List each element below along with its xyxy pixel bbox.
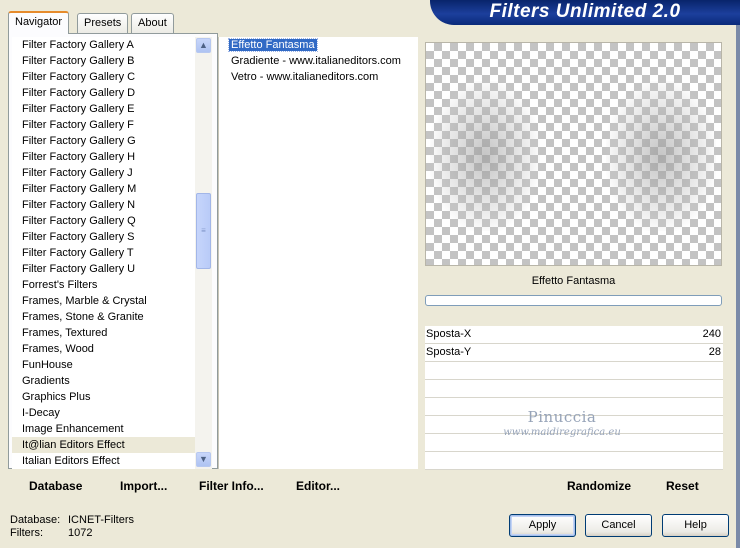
filter-item[interactable]: Effetto Fantasma xyxy=(219,37,418,53)
category-item[interactable]: Filter Factory Gallery C xyxy=(12,69,195,85)
scroll-down-button[interactable]: ▼ xyxy=(196,452,211,467)
preview-image xyxy=(425,42,722,266)
cancel-button[interactable]: Cancel xyxy=(585,514,652,537)
import-label: Import... xyxy=(120,479,168,493)
category-item[interactable]: Filter Factory Gallery N xyxy=(12,197,195,213)
param-value: 240 xyxy=(702,328,721,340)
help-button[interactable]: Help xyxy=(662,514,729,537)
category-item[interactable]: Filter Factory Gallery D xyxy=(12,85,195,101)
category-item[interactable]: Frames, Textured xyxy=(12,325,195,341)
filter-item[interactable]: Vetro - www.italianeditors.com xyxy=(219,69,418,85)
tab-navigator[interactable]: Navigator xyxy=(8,11,70,34)
param-value: 28 xyxy=(708,346,721,358)
right-toolbar: Randomize Reset xyxy=(423,470,723,500)
category-item[interactable]: Filter Factory Gallery Q xyxy=(12,213,195,229)
filters-count-label: Filters: xyxy=(10,527,43,539)
category-scrollbar[interactable]: ▲ ≡ ▼ xyxy=(195,37,212,469)
category-item[interactable]: Filter Factory Gallery M xyxy=(12,181,195,197)
filter-list[interactable]: Effetto Fantasma Gradiente - www.italiane… xyxy=(218,37,418,469)
category-item[interactable]: Filter Factory Gallery E xyxy=(12,101,195,117)
category-item[interactable]: Filter Factory Gallery J xyxy=(12,165,195,181)
app-title: Filters Unlimited 2.0 xyxy=(489,1,681,22)
database-status-label: Database: xyxy=(10,514,61,526)
filter-item[interactable]: Gradiente - www.italianeditors.com xyxy=(219,53,418,69)
category-item[interactable]: Filter Factory Gallery S xyxy=(12,229,195,245)
filter-item-label: Effetto Fantasma xyxy=(228,38,318,52)
param-slider-sposta-x[interactable]: Sposta-X 240 xyxy=(425,326,723,344)
param-slider-sposta-y[interactable]: Sposta-Y 28 xyxy=(425,344,723,362)
progress-bar xyxy=(425,295,722,306)
category-item[interactable]: Forrest's Filters xyxy=(12,277,195,293)
category-item[interactable]: Frames, Wood xyxy=(12,341,195,357)
left-toolbar: Database Import... Filter Info... Editor… xyxy=(8,470,418,500)
database-status-value: ICNET-Filters xyxy=(68,514,134,526)
watermark: Pinuccia www.maidiregrafica.eu xyxy=(502,408,622,438)
editor-label: Editor... xyxy=(296,479,341,493)
category-item[interactable]: Italian Editors Effect xyxy=(12,453,195,469)
category-item[interactable]: Frames, Stone & Granite xyxy=(12,309,195,325)
category-item[interactable]: Filter Factory Gallery B xyxy=(12,53,195,69)
param-slot-empty xyxy=(425,362,723,380)
filter-info-button[interactable]: Filter Info... xyxy=(199,479,264,493)
selected-filter-label: Effetto Fantasma xyxy=(531,275,616,287)
scroll-up-button[interactable]: ▲ xyxy=(196,38,211,53)
filter-item-label: Vetro - www.italianeditors.com xyxy=(231,71,379,83)
filters-count-value: 1072 xyxy=(68,527,93,539)
import-button[interactable]: Import... xyxy=(120,479,167,493)
category-item[interactable]: Frames, Marble & Crystal xyxy=(12,293,195,309)
category-item[interactable]: Filter Factory Gallery A xyxy=(12,37,195,53)
apply-button[interactable]: Apply xyxy=(509,514,576,537)
category-item[interactable]: FunHouse xyxy=(12,357,195,373)
watermark-name: Pinuccia xyxy=(527,408,597,426)
app-title-banner: Filters Unlimited 2.0 xyxy=(430,0,740,25)
category-item[interactable]: Graphics Plus xyxy=(12,389,195,405)
category-list[interactable]: Filter Factory Gallery A Filter Factory G… xyxy=(12,37,195,469)
tab-about[interactable]: About xyxy=(131,13,174,33)
category-item[interactable]: It@lian Editors Effect xyxy=(12,437,195,453)
filter-info-label: Filter Info... xyxy=(199,479,264,493)
ghost-shape xyxy=(430,81,540,231)
category-item[interactable]: Gradients xyxy=(12,373,195,389)
status-area: Database: ICNET-Filters Filters: 1072 xyxy=(10,514,134,540)
editor-button[interactable]: Editor... xyxy=(296,479,340,493)
category-item[interactable]: Image Enhancement xyxy=(12,421,195,437)
category-item[interactable]: Filter Factory Gallery H xyxy=(12,149,195,165)
filter-item-label: Gradiente - www.italianeditors.com xyxy=(231,55,401,67)
category-item[interactable]: I-Decay xyxy=(12,405,195,421)
window-edge xyxy=(736,25,740,548)
parameter-list: Sposta-X 240 Sposta-Y 28 xyxy=(425,326,723,470)
reset-button[interactable]: Reset xyxy=(666,479,699,493)
category-item[interactable]: Filter Factory Gallery F xyxy=(12,117,195,133)
tab-presets[interactable]: Presets xyxy=(77,13,129,33)
param-name: Sposta-X xyxy=(426,328,472,340)
ghost-shape xyxy=(606,81,716,231)
param-slot-empty xyxy=(425,452,723,470)
database-button[interactable]: Database xyxy=(29,479,82,493)
category-item[interactable]: Filter Factory Gallery G xyxy=(12,133,195,149)
scroll-thumb[interactable]: ≡ xyxy=(196,193,211,269)
category-item[interactable]: Filter Factory Gallery U xyxy=(12,261,195,277)
randomize-button[interactable]: Randomize xyxy=(567,479,631,493)
category-item[interactable]: Filter Factory Gallery T xyxy=(12,245,195,261)
database-label: Database xyxy=(29,479,83,493)
watermark-site: www.maidiregrafica.eu xyxy=(503,427,621,438)
param-name: Sposta-Y xyxy=(426,346,472,358)
param-slot-empty xyxy=(425,380,723,398)
